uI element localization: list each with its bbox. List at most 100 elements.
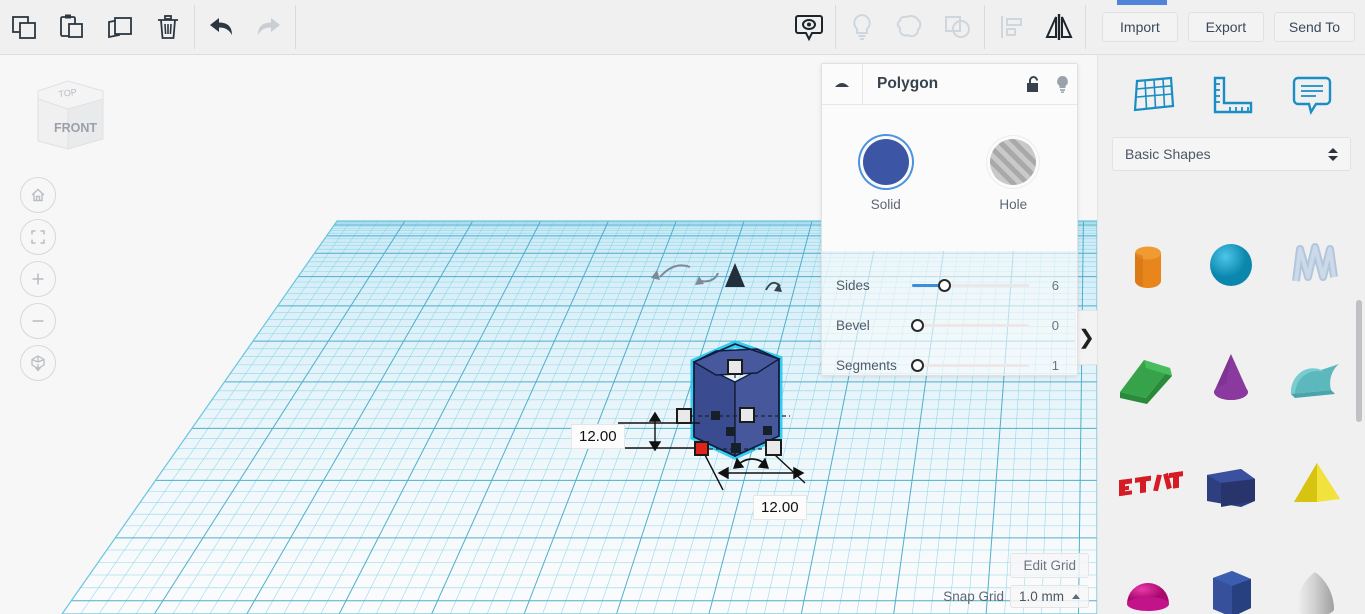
slider-row-segments: Segments 1 [836, 345, 1059, 375]
toolbar-divider [1084, 5, 1086, 49]
dimension-label-width[interactable]: 12.00 [571, 424, 625, 449]
shape-cylinder[interactable] [1106, 213, 1190, 322]
inspector-header: Polygon [822, 64, 1077, 105]
duplicate-button[interactable] [96, 5, 144, 49]
paste-button[interactable] [48, 5, 96, 49]
snap-grid-label: Snap Grid [943, 589, 1004, 604]
group-button[interactable] [886, 5, 934, 49]
sidebar-scrollbar[interactable] [1356, 300, 1362, 422]
shape-inspector-panel: Polygon Solid Hole Sides 6 Bevel 0 Segme… [821, 63, 1078, 376]
shape-roof[interactable] [1273, 322, 1357, 431]
send-to-button[interactable]: Send To [1273, 12, 1355, 42]
snap-grid-control: Snap Grid 1.0 mm [943, 585, 1089, 608]
slider-value-bevel[interactable]: 0 [1029, 318, 1059, 333]
ungroup-button[interactable] [934, 5, 982, 49]
workplane-view-button[interactable] [785, 5, 833, 49]
slider-track-bg [912, 363, 1029, 367]
shape-text[interactable] [1106, 431, 1190, 540]
sidebar-tool-icons [1098, 55, 1365, 129]
hole-mode-option[interactable]: Hole [970, 138, 1056, 212]
slider-value-sides[interactable]: 6 [1029, 278, 1059, 293]
slider-knob-sides[interactable] [937, 278, 951, 292]
undo-button[interactable] [197, 5, 245, 49]
file-actions-group: Import Export Send To [1101, 0, 1365, 55]
shape-scribble[interactable] [1273, 213, 1357, 322]
slider-track-sides[interactable] [912, 277, 1029, 293]
lightbulb-icon [1056, 76, 1068, 93]
workplane-tool-button[interactable] [1124, 69, 1182, 121]
shape-pyramid[interactable] [1273, 431, 1357, 540]
export-button[interactable]: Export [1187, 12, 1264, 42]
mirror-button[interactable] [1035, 5, 1083, 49]
shape-paraboloid[interactable] [1273, 540, 1357, 614]
slider-row-sides: Sides 6 [836, 265, 1059, 305]
collapse-panel-button[interactable]: ❯ [1075, 310, 1097, 365]
slider-knob-segments[interactable] [910, 358, 924, 372]
inspector-sliders: Sides 6 Bevel 0 Segments 1 [822, 251, 1077, 375]
shape-wedge[interactable] [1106, 322, 1190, 431]
zoom-out-button[interactable] [20, 303, 56, 339]
shape-cone[interactable] [1190, 322, 1274, 431]
hole-swatch[interactable] [990, 138, 1037, 185]
hint-button[interactable] [1047, 64, 1077, 105]
dimension-label-depth[interactable]: 12.00 [753, 495, 807, 520]
unlock-icon [1026, 75, 1038, 92]
inspector-modes: Solid Hole [822, 105, 1077, 251]
zoom-in-button[interactable] [20, 261, 56, 297]
align-button[interactable] [987, 5, 1035, 49]
snap-grid-value: 1.0 mm [1018, 589, 1064, 604]
top-toolbar: Import Export Send To [0, 0, 1365, 55]
solid-mode-option[interactable]: Solid [843, 138, 929, 212]
shapes-sidebar: Basic Shapes [1097, 55, 1365, 614]
toolbar-divider [834, 5, 836, 49]
solid-label: Solid [870, 196, 901, 212]
delete-button[interactable] [144, 5, 192, 49]
fit-view-button[interactable] [20, 219, 56, 255]
hole-label: Hole [999, 196, 1028, 212]
snap-grid-select[interactable]: 1.0 mm [1009, 585, 1089, 608]
slider-value-segments[interactable]: 1 [1029, 358, 1059, 373]
toolbar-divider [983, 5, 985, 49]
shape-box[interactable] [1190, 431, 1274, 540]
perspective-toggle-button[interactable] [20, 345, 56, 381]
slider-track-bevel[interactable] [910, 317, 1029, 333]
triangle-up-icon [835, 83, 849, 87]
shape-polygon[interactable] [1190, 540, 1274, 614]
object-tools-group [785, 0, 1088, 55]
inspector-collapse-button[interactable] [822, 64, 863, 105]
edit-tools-group [0, 0, 192, 55]
tinkercad-app: Import Export Send To TOP FRONT 12.00 12… [0, 0, 1365, 614]
slider-label-sides: Sides [836, 277, 870, 293]
shape-library-value: Basic Shapes [1125, 146, 1211, 162]
shape-library-grid [1098, 177, 1365, 614]
ruler-icon [1214, 76, 1253, 114]
viewport-nav-buttons [20, 177, 56, 387]
solid-swatch[interactable] [862, 138, 909, 185]
home-view-button[interactable] [20, 177, 56, 213]
slider-label-segments: Segments [836, 357, 897, 373]
note-button[interactable] [838, 5, 886, 49]
toolbar-divider [295, 5, 296, 49]
stepper-icon [1328, 147, 1338, 161]
toolbar-divider [194, 5, 195, 49]
ruler-tool-button[interactable] [1202, 69, 1260, 121]
workplane-icon [1133, 76, 1175, 112]
slider-track-bg [912, 323, 1029, 327]
edit-grid-button[interactable]: Edit Grid [1010, 553, 1089, 578]
inspector-title: Polygon [877, 75, 939, 92]
slider-knob-bevel[interactable] [910, 318, 924, 332]
shape-dome[interactable] [1106, 540, 1190, 614]
viewcube-front-label: FRONT [54, 121, 97, 135]
lock-button[interactable] [1017, 64, 1047, 105]
shape-library-select[interactable]: Basic Shapes [1112, 137, 1351, 171]
note-tool-button[interactable] [1281, 69, 1339, 121]
slider-track-segments[interactable] [910, 357, 1029, 373]
shape-sphere[interactable] [1190, 213, 1274, 322]
active-tab-indicator [1117, 0, 1167, 5]
redo-button[interactable] [245, 5, 293, 49]
view-cube[interactable]: TOP FRONT [18, 69, 118, 159]
copy-button[interactable] [0, 5, 48, 49]
history-tools-group [197, 0, 293, 55]
note-icon [1292, 76, 1332, 116]
import-button[interactable]: Import [1101, 12, 1178, 42]
